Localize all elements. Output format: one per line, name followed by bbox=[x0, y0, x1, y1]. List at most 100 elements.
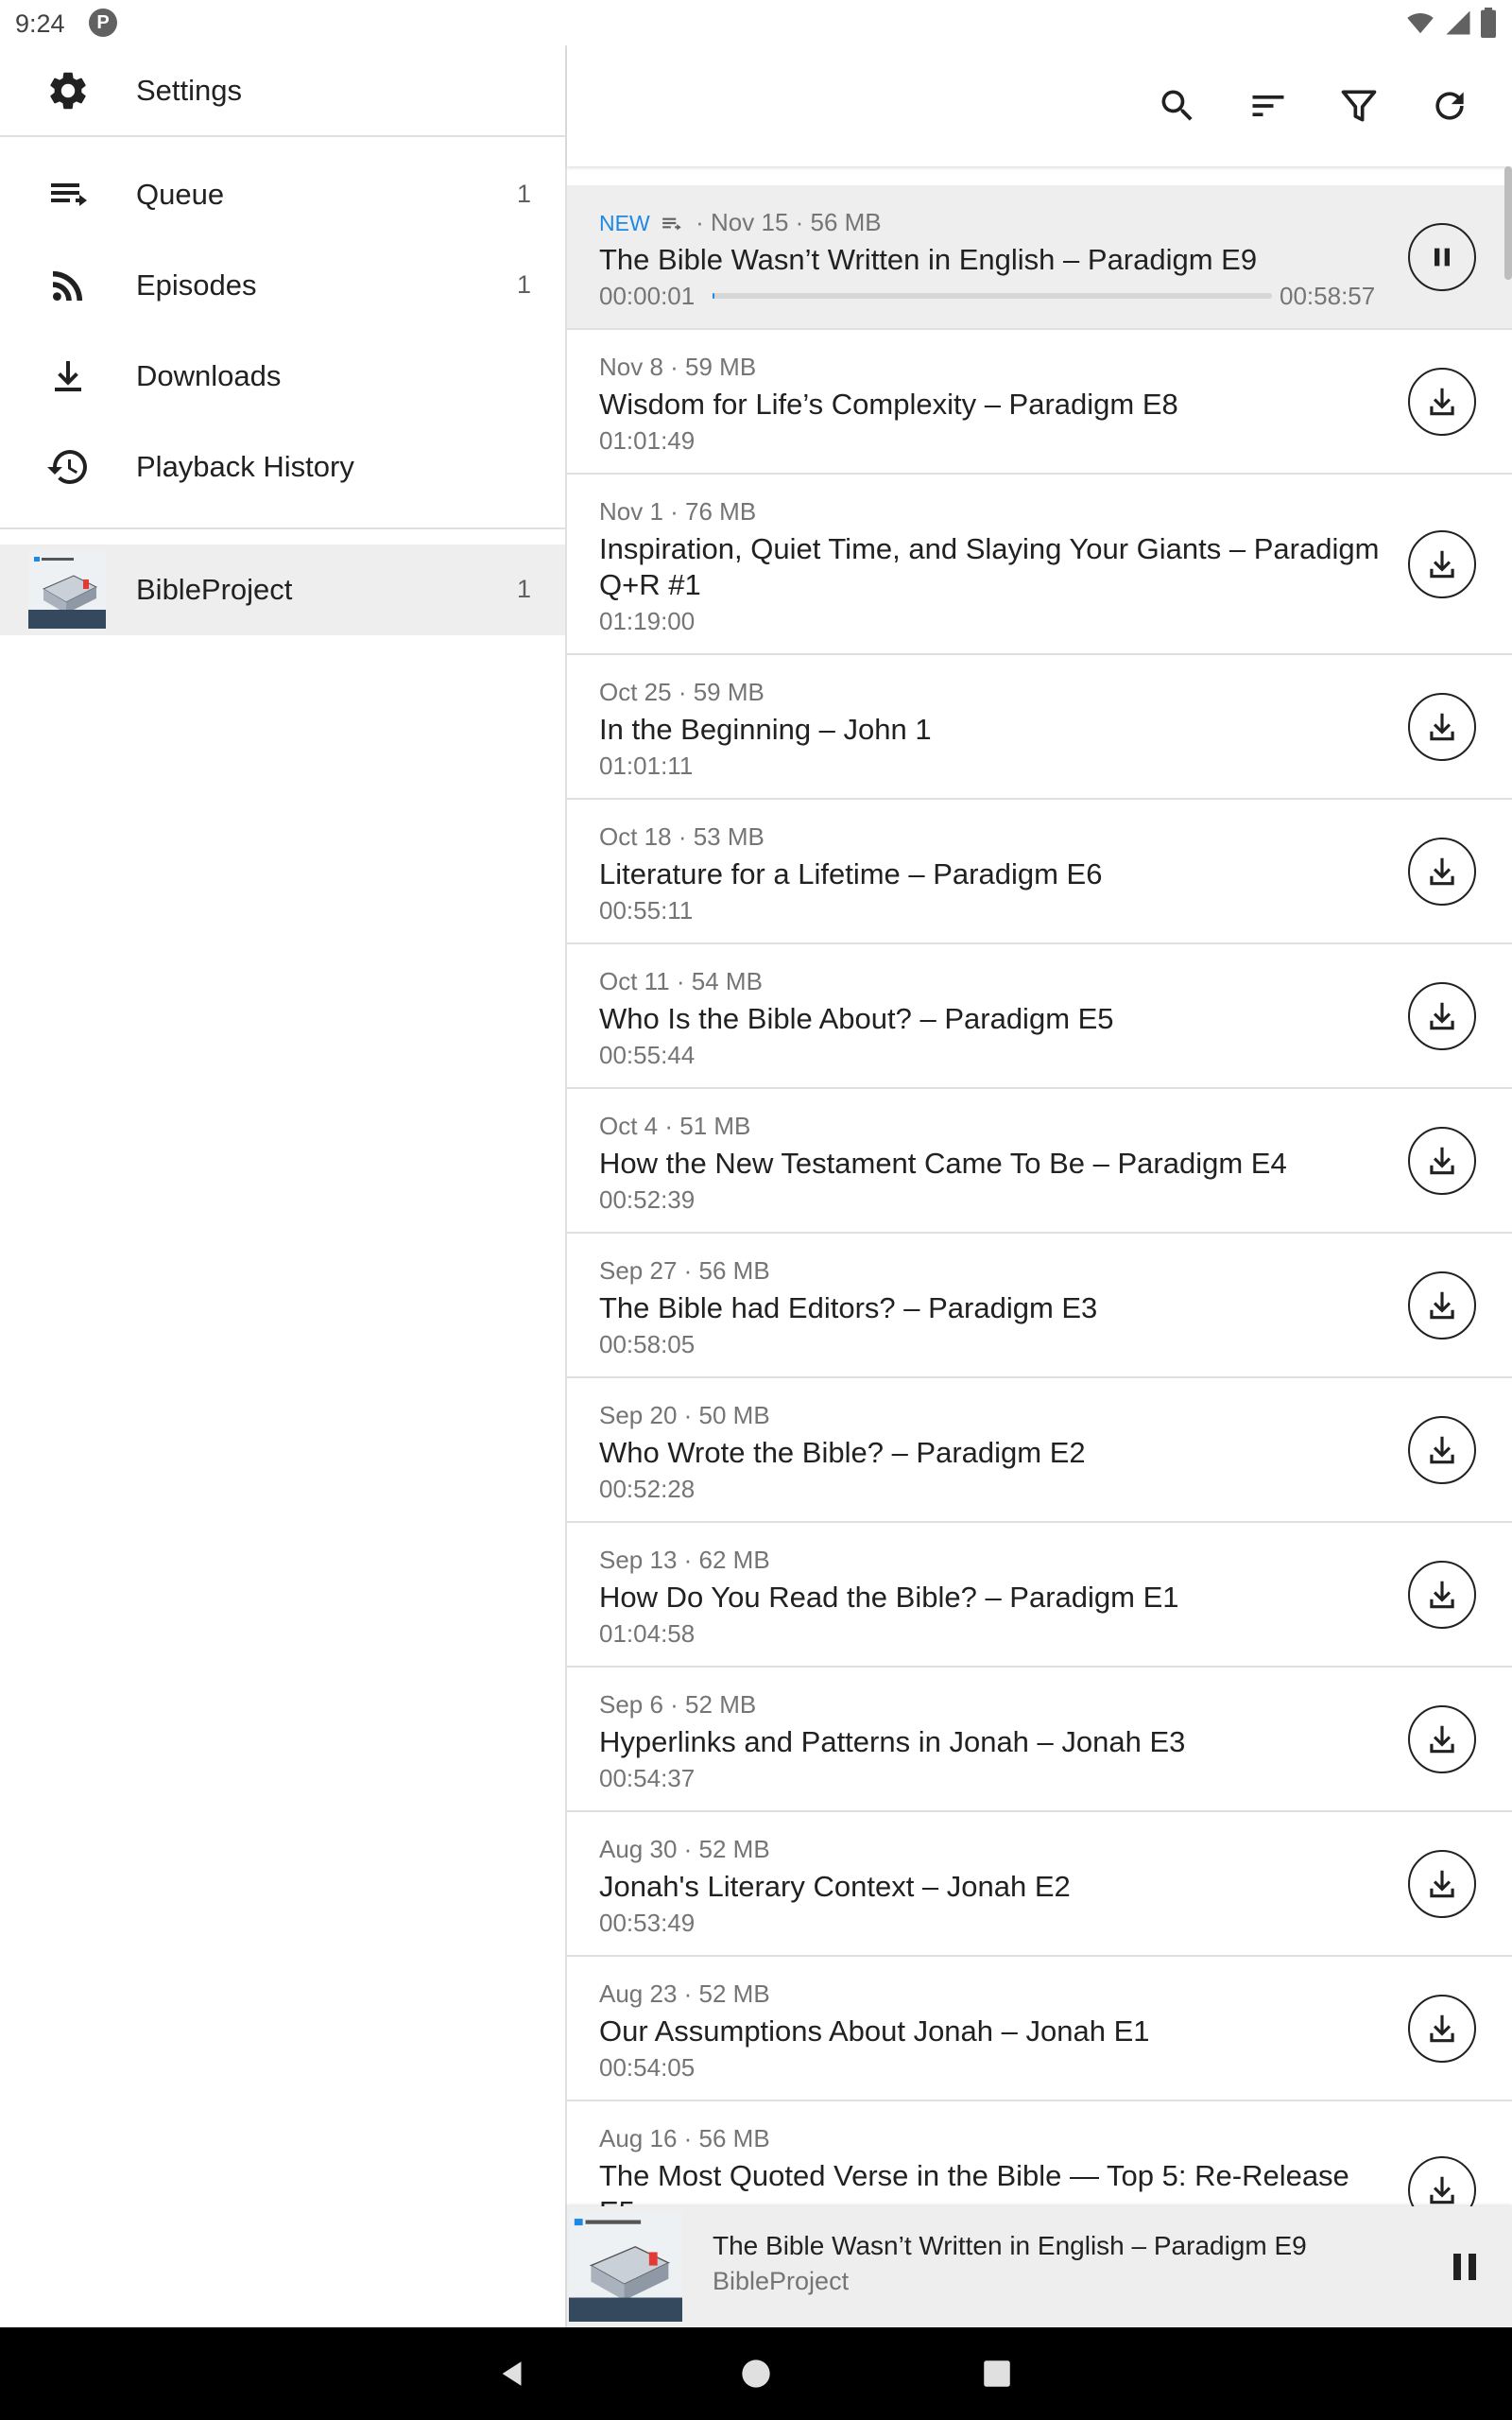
episode-duration: 00:54:05 bbox=[599, 2053, 696, 2082]
mini-player-subtitle: BibleProject bbox=[713, 2267, 850, 2295]
episode-row[interactable]: Nov 8 · 59 MB Wisdom for Life’s Complexi… bbox=[567, 330, 1512, 475]
recents-icon bbox=[984, 2360, 1010, 2387]
signal-icon bbox=[1446, 10, 1470, 35]
episode-meta: Sep 13 · 62 MB bbox=[599, 1546, 770, 1574]
refresh-icon bbox=[1435, 92, 1464, 120]
download-button[interactable] bbox=[1408, 1561, 1476, 1629]
download-button[interactable] bbox=[1408, 1850, 1476, 1918]
download-button[interactable] bbox=[1408, 1271, 1476, 1340]
download-button[interactable] bbox=[1408, 530, 1476, 598]
episode-duration: 00:58:05 bbox=[599, 1330, 696, 1358]
pause-button[interactable] bbox=[1408, 223, 1476, 291]
system-navigation-bar bbox=[0, 2327, 1512, 2420]
recents-button[interactable] bbox=[973, 2350, 1021, 2397]
battery-icon bbox=[1481, 8, 1496, 38]
download-icon bbox=[1430, 550, 1454, 579]
download-button[interactable] bbox=[1408, 982, 1476, 1050]
download-icon bbox=[1430, 2176, 1454, 2204]
download-icon bbox=[1430, 2014, 1454, 2043]
episode-duration: 01:01:11 bbox=[599, 752, 694, 780]
episode-row[interactable]: Oct 4 · 51 MB How the New Testament Came… bbox=[567, 1089, 1512, 1234]
episode-meta: Oct 11 · 54 MB bbox=[599, 967, 763, 995]
home-button[interactable] bbox=[732, 2350, 780, 2397]
episode-meta: Aug 16 · 56 MB bbox=[599, 2124, 770, 2152]
sort-icon bbox=[1252, 95, 1284, 116]
download-button[interactable] bbox=[1408, 1995, 1476, 2063]
drawer-item-downloads[interactable]: Downloads bbox=[0, 331, 565, 422]
podcast-cover-image bbox=[28, 551, 106, 629]
history-icon bbox=[47, 450, 87, 484]
episode-duration: 00:54:37 bbox=[599, 1764, 696, 1792]
download-button[interactable] bbox=[1408, 693, 1476, 761]
drawer-item-episodes[interactable]: Episodes 1 bbox=[0, 240, 565, 331]
episode-duration: 01:01:49 bbox=[599, 426, 696, 455]
episode-row[interactable]: Aug 23 · 52 MB Our Assumptions About Jon… bbox=[567, 1957, 1512, 2101]
episode-duration: 01:19:00 bbox=[599, 607, 696, 635]
refresh-button[interactable] bbox=[1425, 81, 1474, 130]
download-button[interactable] bbox=[1408, 2156, 1476, 2206]
episode-duration: 00:55:44 bbox=[599, 1041, 696, 1069]
sort-button[interactable] bbox=[1244, 81, 1293, 130]
back-button[interactable] bbox=[490, 2350, 537, 2397]
download-button[interactable] bbox=[1408, 1705, 1476, 1773]
download-button[interactable] bbox=[1408, 838, 1476, 906]
in-queue-icon bbox=[662, 217, 681, 231]
episode-title: Who Wrote the Bible? – Paradigm E2 bbox=[599, 1436, 1086, 1469]
episode-row[interactable]: Oct 11 · 54 MB Who Is the Bible About? –… bbox=[567, 944, 1512, 1089]
download-icon bbox=[1430, 1002, 1454, 1030]
episode-row[interactable]: Sep 27 · 56 MB The Bible had Editors? – … bbox=[567, 1234, 1512, 1378]
episode-row[interactable]: Sep 13 · 62 MB How Do You Read the Bible… bbox=[567, 1523, 1512, 1668]
episode-title: Who Is the Bible About? – Paradigm E5 bbox=[599, 1002, 1114, 1035]
episode-row[interactable]: Aug 30 · 52 MB Jonah's Literary Context … bbox=[567, 1812, 1512, 1957]
download-button[interactable] bbox=[1408, 368, 1476, 436]
search-button[interactable] bbox=[1153, 81, 1202, 130]
episode-row[interactable]: Oct 18 · 53 MB Literature for a Lifetime… bbox=[567, 800, 1512, 944]
drawer-item-queue[interactable]: Queue 1 bbox=[0, 149, 565, 240]
episode-row[interactable]: Nov 1 · 76 MB Inspiration, Quiet Time, a… bbox=[567, 475, 1512, 655]
mini-player[interactable]: The Bible Wasn’t Written in English – Pa… bbox=[567, 2206, 1512, 2327]
episode-row[interactable]: NEW · Nov 15 · 56 MB The Bible Wasn’t Wr… bbox=[567, 185, 1512, 330]
pause-icon bbox=[1453, 2254, 1476, 2280]
drawer-label-episodes: Episodes bbox=[136, 268, 257, 302]
status-icons bbox=[1404, 8, 1497, 38]
episode-meta: Sep 20 · 50 MB bbox=[599, 1401, 770, 1429]
episode-row[interactable]: Oct 25 · 59 MB In the Beginning – John 1… bbox=[567, 655, 1512, 800]
list-top-padding bbox=[567, 166, 1512, 185]
search-icon bbox=[1161, 90, 1193, 121]
drawer-item-settings[interactable]: Settings bbox=[0, 45, 565, 136]
drawer-label-bibleproject: BibleProject bbox=[136, 573, 293, 606]
download-icon bbox=[55, 361, 81, 391]
episode-duration: 01:04:58 bbox=[599, 1619, 696, 1648]
gear-icon bbox=[50, 72, 86, 110]
queue-count: 1 bbox=[516, 180, 531, 208]
episode-title: The Bible Wasn’t Written in English – Pa… bbox=[599, 243, 1258, 276]
app-notification-icon: P bbox=[89, 9, 117, 37]
drawer-label-playback-history: Playback History bbox=[136, 450, 354, 483]
episode-total-time: 00:58:57 bbox=[1280, 282, 1376, 310]
drawer-label-downloads: Downloads bbox=[136, 359, 282, 392]
mini-player-cover bbox=[569, 2212, 682, 2322]
episode-toolbar bbox=[567, 45, 1512, 166]
mini-player-pause-button[interactable] bbox=[1442, 2244, 1487, 2290]
drawer-item-playback-history[interactable]: Playback History bbox=[0, 422, 565, 512]
status-time: 9:24 bbox=[15, 9, 65, 38]
episode-row[interactable]: Sep 6 · 52 MB Hyperlinks and Patterns in… bbox=[567, 1668, 1512, 1812]
drawer-label-queue: Queue bbox=[136, 178, 225, 211]
download-button[interactable] bbox=[1408, 1127, 1476, 1195]
episode-row[interactable]: Sep 20 · 50 MB Who Wrote the Bible? – Pa… bbox=[567, 1378, 1512, 1523]
queue-icon bbox=[51, 183, 87, 206]
episode-progress-bar bbox=[713, 293, 1272, 299]
episode-duration: 00:55:11 bbox=[599, 896, 694, 925]
download-button[interactable] bbox=[1408, 1416, 1476, 1484]
podcast-cover-art bbox=[28, 551, 106, 629]
download-icon bbox=[1430, 1291, 1454, 1320]
filter-button[interactable] bbox=[1334, 81, 1383, 130]
filter-icon bbox=[1341, 90, 1377, 122]
episode-duration: 00:53:49 bbox=[599, 1909, 696, 1937]
episode-meta: Sep 27 · 56 MB bbox=[599, 1256, 770, 1285]
drawer-feed-bibleproject[interactable]: BibleProject 1 bbox=[0, 544, 565, 635]
download-icon bbox=[1430, 1147, 1454, 1175]
episode-row[interactable]: Aug 16 · 56 MB The Most Quoted Verse in … bbox=[567, 2101, 1512, 2206]
episode-meta: Aug 23 · 52 MB bbox=[599, 1979, 770, 2008]
list-scrollbar[interactable] bbox=[1504, 166, 1512, 280]
